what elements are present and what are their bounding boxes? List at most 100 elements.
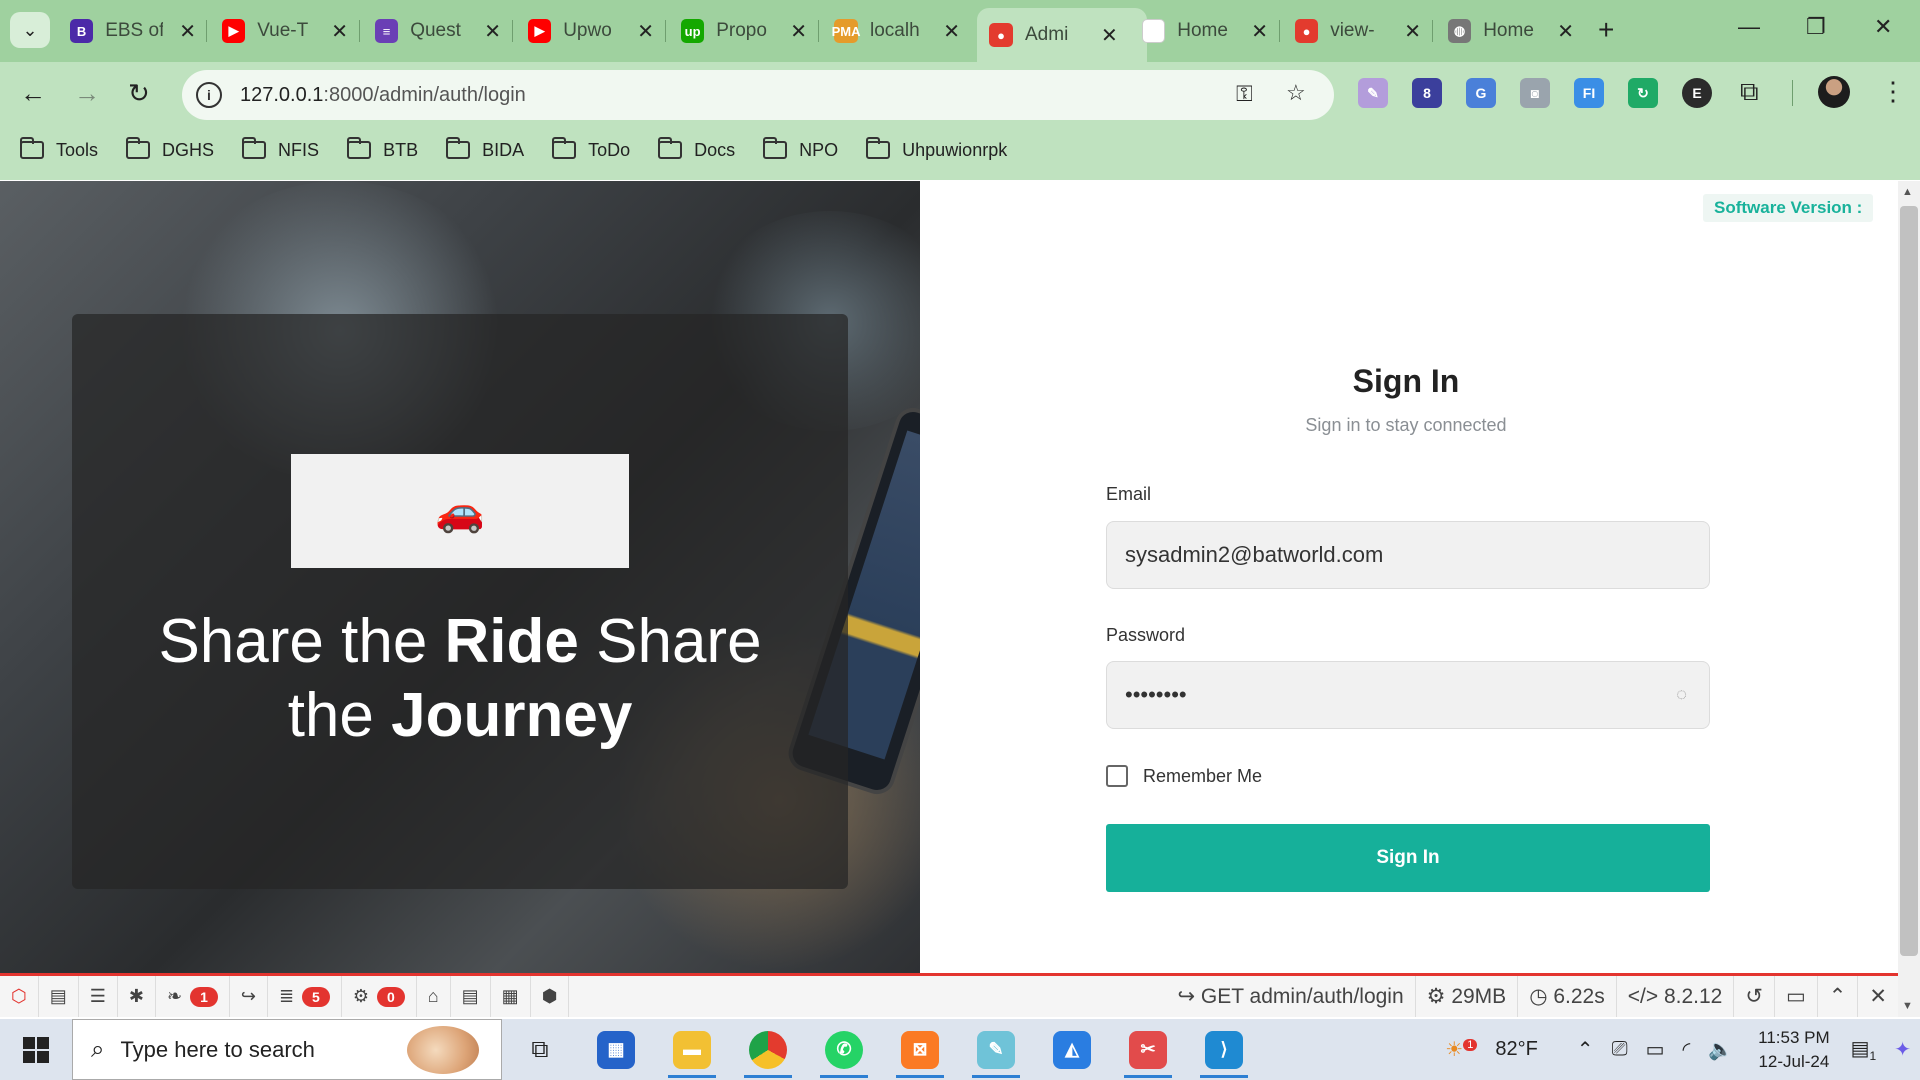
tab-6[interactable]: ● Admi ✕	[977, 8, 1147, 62]
remember-me[interactable]: Remember Me	[1106, 765, 1262, 787]
snipping-tool-button[interactable]: ✂	[1110, 1019, 1186, 1080]
close-tab-icon[interactable]: ✕	[790, 19, 807, 44]
messages-tab-icon[interactable]: ▤	[39, 976, 79, 1017]
bookmark-folder[interactable]: NPO	[763, 137, 838, 161]
new-tab-button[interactable]: +	[1598, 14, 1614, 46]
route-share-icon[interactable]: ↪	[230, 976, 268, 1017]
translate-extension-icon[interactable]: G	[1466, 78, 1496, 108]
close-tab-icon[interactable]: ✕	[179, 19, 196, 44]
chevron-up-icon[interactable]: ⌃	[1577, 1037, 1594, 1062]
close-tab-icon[interactable]: ✕	[943, 19, 960, 44]
site-info-icon[interactable]: i	[196, 82, 222, 108]
tab-9[interactable]: ◍ Home ✕	[1436, 8, 1586, 54]
wifi-icon[interactable]: ◜	[1682, 1037, 1690, 1062]
scroll-down-arrow-icon[interactable]: ▼	[1902, 1000, 1913, 1012]
memory-info[interactable]: ⚙ 29MB	[1416, 976, 1519, 1017]
restore-button[interactable]: ❐	[1806, 14, 1826, 40]
tab-4[interactable]: up Propo ✕	[669, 8, 819, 54]
tab-search-button[interactable]: ⌄	[10, 12, 50, 48]
tab-1[interactable]: ▶ Vue-T ✕	[210, 8, 360, 54]
profile-extension-icon[interactable]: ◙	[1520, 78, 1550, 108]
exceptions-bug-icon[interactable]: ✱	[118, 976, 156, 1017]
sync-extension-icon[interactable]: ↻	[1628, 78, 1658, 108]
extensions-puzzle-icon[interactable]: ⧉	[1740, 76, 1759, 108]
e-extension-icon[interactable]: E	[1682, 78, 1712, 108]
bookmark-folder[interactable]: BIDA	[446, 137, 524, 161]
timeline-tab-icon[interactable]: ☰	[79, 976, 118, 1017]
address-bar[interactable]: i 127.0.0.1:8000/admin/auth/login ⚿ ☆	[182, 70, 1334, 120]
bookmark-star-icon[interactable]: ☆	[1286, 80, 1306, 106]
xampp-button[interactable]: ⊠	[882, 1019, 958, 1080]
whatsapp-button[interactable]: ✆	[806, 1019, 882, 1080]
close-debugbar-icon[interactable]: ✕	[1858, 976, 1898, 1017]
tab-5[interactable]: PMA localh ✕	[822, 8, 972, 54]
notepad-button[interactable]: ✎	[958, 1019, 1034, 1080]
mail-inbox-icon[interactable]: ⌂	[417, 976, 451, 1017]
request-archive-icon[interactable]: ▦	[491, 976, 531, 1017]
php-version-info[interactable]: </> 8.2.12	[1617, 976, 1735, 1017]
reload-button[interactable]: ↻	[128, 78, 150, 109]
bookmark-folder[interactable]: Uhpuwionrpk	[866, 137, 1007, 161]
url-text[interactable]: 127.0.0.1:8000/admin/auth/login	[240, 84, 526, 107]
duration-info[interactable]: ◷ 6.22s	[1518, 976, 1617, 1017]
back-button[interactable]: ←	[20, 78, 46, 109]
views-leaf-icon[interactable]: ❧ 1	[156, 976, 230, 1017]
weather-icon[interactable]: ☀ 1	[1445, 1037, 1478, 1062]
tab-0[interactable]: B EBS of ✕	[58, 8, 208, 54]
tab-2[interactable]: ≡ Quest ✕	[363, 8, 513, 54]
queries-database-icon[interactable]: ≣ 5	[268, 976, 342, 1017]
task-view-button[interactable]: ⧉	[502, 1019, 578, 1080]
copilot-icon[interactable]: ✦	[1894, 1037, 1911, 1062]
file-explorer-button[interactable]: ▬	[654, 1019, 730, 1080]
bookmark-folder[interactable]: NFIS	[242, 137, 319, 161]
clock[interactable]: 11:53 PM 12-Jul-24	[1758, 1026, 1830, 1074]
history-icon[interactable]: ↺	[1734, 976, 1775, 1017]
close-tab-icon[interactable]: ✕	[331, 19, 348, 44]
tab-8[interactable]: ● view- ✕	[1283, 8, 1433, 54]
laravel-logo-icon[interactable]: ⬡	[0, 976, 39, 1017]
photos-button[interactable]: ◭	[1034, 1019, 1110, 1080]
meet-now-icon[interactable]: ⎚	[1612, 1038, 1628, 1061]
temperature-text[interactable]: 82°F	[1495, 1038, 1537, 1061]
fi-extension-icon[interactable]: FI	[1574, 78, 1604, 108]
models-cubes-icon[interactable]: ⚙ 0	[342, 976, 417, 1017]
close-window-button[interactable]: ✕	[1874, 14, 1892, 40]
key-icon[interactable]: ⚿	[1236, 81, 1253, 107]
email-field[interactable]: sysadmin2@batworld.com	[1106, 521, 1710, 589]
close-tab-icon[interactable]: ✕	[1404, 19, 1421, 44]
remember-checkbox[interactable]	[1106, 765, 1128, 787]
battery-icon[interactable]: ▭	[1646, 1037, 1665, 1062]
taskbar-search[interactable]: ⌕ Type here to search	[72, 1019, 502, 1080]
start-button[interactable]	[0, 1036, 72, 1063]
close-tab-icon[interactable]: ✕	[1557, 19, 1574, 44]
eye-slash-icon[interactable]: ◌	[1676, 684, 1687, 705]
bookmark-folder[interactable]: BTB	[347, 137, 418, 161]
microsoft-store-button[interactable]: ▦	[578, 1019, 654, 1080]
route-info[interactable]: ↪ GET admin/auth/login	[1166, 976, 1416, 1017]
tab-7[interactable]: Home ✕	[1130, 8, 1280, 54]
chevron-up-icon[interactable]: ⌃	[1818, 976, 1859, 1017]
tab-3[interactable]: ▶ Upwo ✕	[516, 8, 666, 54]
bookmark-folder[interactable]: ToDo	[552, 137, 630, 161]
session-tab-icon[interactable]: ▤	[451, 976, 491, 1017]
sign-in-button[interactable]: Sign In	[1106, 824, 1710, 892]
open-folder-icon[interactable]: ▭	[1775, 976, 1818, 1017]
close-tab-icon[interactable]: ✕	[637, 19, 654, 44]
password-field[interactable]: •••••••• ◌	[1106, 661, 1710, 729]
minimize-button[interactable]: —	[1738, 14, 1760, 40]
notifications-icon[interactable]: ▤1	[1851, 1036, 1877, 1063]
close-tab-icon[interactable]: ✕	[484, 19, 501, 44]
bookmark-folder[interactable]: Tools	[20, 137, 98, 161]
profile-avatar[interactable]	[1818, 76, 1850, 108]
scrollbar-thumb[interactable]	[1900, 206, 1918, 956]
chrome-button[interactable]	[730, 1019, 806, 1080]
forward-button[interactable]: →	[74, 78, 100, 109]
menu-kebab-icon[interactable]: ⋮	[1880, 76, 1906, 107]
bookmark-folder[interactable]: DGHS	[126, 137, 214, 161]
close-tab-icon[interactable]: ✕	[1251, 19, 1268, 44]
pen-extension-icon[interactable]: ✎	[1358, 78, 1388, 108]
volume-icon[interactable]: 🔈	[1708, 1037, 1733, 1062]
bookmark-folder[interactable]: Docs	[658, 137, 735, 161]
close-tab-icon[interactable]: ✕	[1101, 23, 1118, 48]
hat-extension-icon[interactable]: 8	[1412, 78, 1442, 108]
